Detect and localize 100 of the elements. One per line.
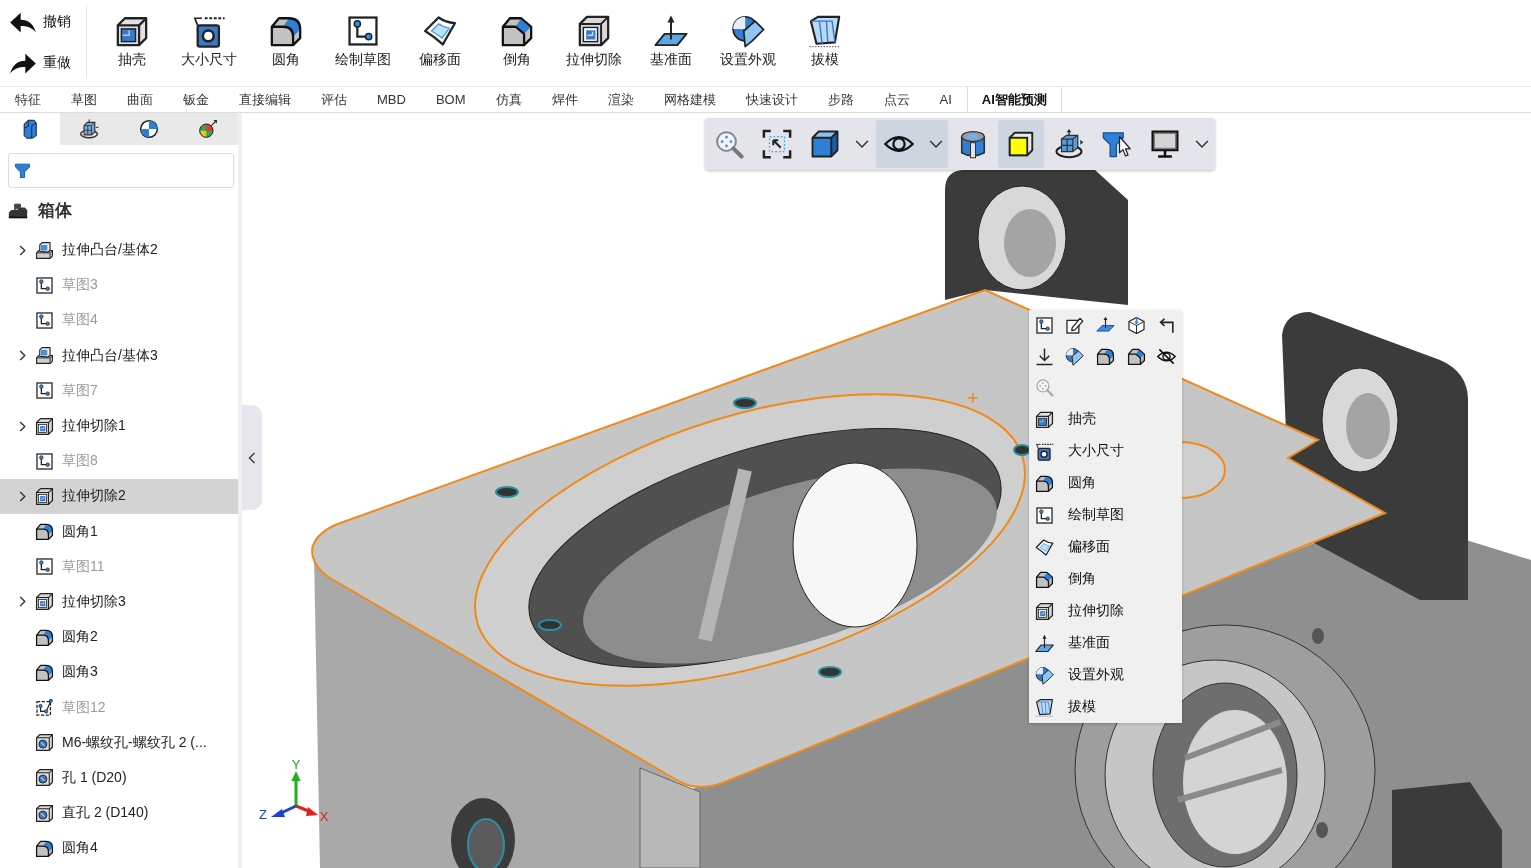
- chevron-right-icon[interactable]: [17, 244, 28, 256]
- menu-item[interactable]: 圆角: [1029, 467, 1182, 499]
- tree-item[interactable]: M6-螺纹孔-螺纹孔 2 (...: [0, 725, 238, 761]
- ribbon-tool-button[interactable]: 设置外观: [709, 0, 786, 80]
- polyline-square-icon: [35, 698, 54, 718]
- ribbon-tool-button[interactable]: 基准面: [632, 0, 709, 80]
- ribbon-tab[interactable]: 特征: [0, 87, 56, 112]
- polyline-square-icon: [35, 381, 54, 401]
- menu-item[interactable]: 偏移面: [1029, 531, 1182, 563]
- menu-item[interactable]: 拉伸切除: [1029, 595, 1182, 627]
- tree-item[interactable]: 直孔 2 (D140): [0, 795, 238, 831]
- menu-item[interactable]: 拔模: [1029, 691, 1182, 723]
- chevron-right-icon[interactable]: [17, 596, 28, 608]
- tree-item[interactable]: 拉伸切除3: [0, 584, 238, 620]
- ribbon-tab[interactable]: 快速设计: [730, 87, 813, 112]
- eye-slash-icon[interactable]: [1157, 347, 1177, 366]
- ribbon-tool-button[interactable]: 偏移面: [401, 0, 478, 80]
- quartered-circle-icon: [138, 119, 159, 139]
- dropdown-button[interactable]: [876, 120, 948, 168]
- cube-on-ring-icon: [79, 119, 100, 139]
- ribbon-tool-button[interactable]: 倒角: [478, 0, 555, 80]
- hollow-box-icon: [114, 14, 149, 48]
- ribbon-tab[interactable]: 仿真: [480, 87, 537, 112]
- framed-box-icon: [35, 486, 54, 506]
- ribbon-tab[interactable]: 曲面: [112, 87, 168, 112]
- framed-box-icon: [35, 592, 54, 612]
- bevelled-block-icon: [499, 14, 534, 48]
- tree-item[interactable]: 孔 1 (D20): [0, 760, 238, 796]
- framed-box-icon: [1035, 601, 1054, 621]
- menu-item[interactable]: 抽壳: [1029, 403, 1182, 435]
- chevron-right-icon[interactable]: [17, 420, 28, 432]
- ribbon-tab[interactable]: 网格建模: [648, 87, 731, 112]
- sphere-pencil-icon[interactable]: [1065, 347, 1085, 366]
- rounded-block-icon[interactable]: [1096, 347, 1115, 366]
- solid-cube-icon: [1006, 129, 1036, 159]
- plane-arrow-icon[interactable]: [1096, 316, 1115, 335]
- ribbon-tool-button[interactable]: 拔模: [786, 0, 863, 80]
- down-arrow-icon[interactable]: [1034, 347, 1054, 366]
- ribbon-tab[interactable]: 草图: [56, 87, 112, 112]
- ribbon-tool-button[interactable]: 拉伸切除: [555, 0, 632, 80]
- tag-icon: [191, 14, 226, 48]
- rounded-block-icon: [35, 627, 54, 647]
- ribbon-tab[interactable]: 焊件: [536, 87, 593, 112]
- redo-button[interactable]: 重做: [0, 48, 75, 78]
- rotating-cube-icon: [1054, 129, 1084, 159]
- toolbar-button[interactable]: [998, 120, 1044, 168]
- tapered-block-icon: [807, 14, 842, 48]
- extruded-block-icon: [35, 240, 54, 260]
- ribbon-tool-button[interactable]: 绘制草图: [324, 0, 401, 80]
- polyline-square-icon: [35, 310, 54, 330]
- bevelled-block-icon[interactable]: [1126, 347, 1146, 366]
- tree-item[interactable]: 圆角3: [0, 654, 238, 690]
- axis-label: Y: [291, 757, 301, 772]
- ribbon-tool-button[interactable]: 圆角: [247, 0, 324, 80]
- ribbon-tab[interactable]: 步路: [812, 87, 869, 112]
- tree-root-item[interactable]: 箱体: [0, 192, 238, 228]
- menu-item[interactable]: 倒角: [1029, 563, 1182, 595]
- menu-item[interactable]: 大小尺寸: [1029, 435, 1182, 467]
- cube-arrow-icon[interactable]: [1126, 316, 1146, 335]
- ribbon-tool-button[interactable]: 大小尺寸: [170, 0, 247, 80]
- ribbon-tool-button[interactable]: 抽壳: [93, 0, 170, 80]
- chevron-right-icon[interactable]: [17, 350, 28, 362]
- ribbon-tab[interactable]: AI智能预测: [966, 87, 1062, 112]
- tree-item[interactable]: 圆角4: [0, 830, 238, 866]
- polyline-square-icon[interactable]: [1034, 316, 1054, 335]
- ribbon-tab[interactable]: 钣金: [168, 87, 224, 112]
- tree-item[interactable]: 拉伸凸台/基体3: [0, 338, 238, 374]
- rounded-block-icon: [1035, 473, 1054, 493]
- ribbon-tab[interactable]: MBD: [362, 87, 421, 112]
- curved-sheet-icon: [1035, 537, 1054, 557]
- ribbon-tab[interactable]: 直接编辑: [224, 87, 306, 112]
- framed-box-icon: [35, 416, 54, 436]
- undo-button[interactable]: 撤销: [0, 7, 75, 37]
- sphere-pencil-icon: [730, 14, 765, 48]
- tree-item[interactable]: 拉伸凸台/基体2: [0, 232, 238, 268]
- drilled-block-icon: [35, 768, 54, 788]
- ribbon-tab[interactable]: 渲染: [592, 87, 649, 112]
- ribbon-tab[interactable]: BOM: [420, 87, 481, 112]
- ribbon-tab[interactable]: AI: [924, 87, 967, 112]
- menu-item[interactable]: 绘制草图: [1029, 499, 1182, 531]
- tree-item[interactable]: 拉伸切除2: [0, 478, 238, 514]
- plane-arrow-icon: [1035, 633, 1054, 653]
- ribbon-tab[interactable]: 点云: [868, 87, 925, 112]
- pencil-square-icon[interactable]: [1065, 316, 1085, 335]
- chevron-right-icon[interactable]: [17, 490, 28, 502]
- menu-item[interactable]: 设置外观: [1029, 659, 1182, 691]
- axis-label: X: [319, 809, 329, 824]
- magnifier-icon: [714, 129, 744, 159]
- polyline-square-icon: [35, 557, 54, 577]
- ribbon-tab[interactable]: 评估: [306, 87, 362, 112]
- menu-item[interactable]: 基准面: [1029, 627, 1182, 659]
- screw-hole: [818, 666, 842, 678]
- filter-field[interactable]: [8, 153, 234, 188]
- tapered-block-icon: [1035, 697, 1054, 717]
- return-arrow-icon[interactable]: [1157, 316, 1177, 335]
- panel-tab[interactable]: [0, 113, 60, 145]
- tree-item[interactable]: 拉伸切除1: [0, 408, 238, 444]
- select-area-icon: [762, 129, 792, 159]
- tree-item[interactable]: 圆角1: [0, 514, 238, 550]
- tree-item[interactable]: 圆角2: [0, 619, 238, 655]
